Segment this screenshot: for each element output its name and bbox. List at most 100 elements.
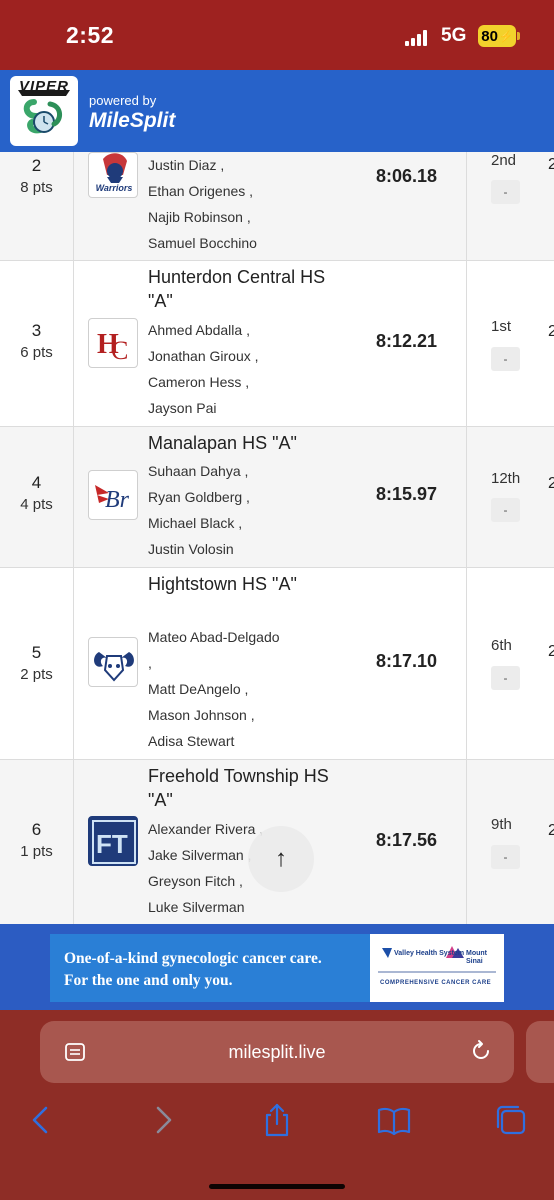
ad-text: One-of-a-kind gynecologic cancer care. F…	[64, 948, 322, 992]
split-badge: -	[491, 180, 520, 204]
athlete-name[interactable]: Justin Volosin	[148, 536, 348, 562]
home-indicator	[209, 1184, 345, 1189]
truncated-column: 2	[548, 475, 554, 492]
table-row[interactable]: 3 6 pts H C Hunterdon Central HS "A" Ahm…	[0, 261, 554, 427]
athlete-name[interactable]: Greyson Fitch ,	[148, 868, 348, 894]
emblem-caption: FT	[96, 829, 128, 859]
share-icon[interactable]	[259, 1102, 295, 1138]
heat-place: 6th	[491, 637, 512, 654]
truncated-column: 2	[548, 822, 554, 839]
truncated-column: 2	[548, 156, 554, 173]
heat-place: 9th	[491, 816, 512, 833]
athlete-list: Suhaan Dahya , Ryan Goldberg , Michael B…	[148, 458, 348, 562]
athlete-name[interactable]: Ryan Goldberg ,	[148, 484, 348, 510]
network-label: 5G	[441, 25, 467, 46]
status-time: 2:52	[66, 22, 115, 48]
place-cell: 5 2 pts	[0, 642, 73, 686]
heat-place: 12th	[491, 470, 521, 487]
split-badge: -	[491, 347, 520, 371]
athlete-name[interactable]: Ethan Origenes ,	[148, 178, 348, 204]
place-cell: 4 4 pts	[0, 472, 73, 516]
result-mark: 8:15.97	[376, 484, 438, 504]
results-table: 2 8 pts Warriors Justin Diaz , Ethan Ori…	[0, 152, 554, 924]
forward-icon[interactable]	[144, 1102, 180, 1138]
place-cell: 3 6 pts	[0, 320, 73, 364]
tabs-icon[interactable]	[493, 1102, 529, 1138]
ad-subtitle: COMPREHENSIVE CANCER CARE	[380, 980, 492, 986]
team-name[interactable]: Freehold Township HS "A"	[148, 764, 348, 812]
heat-place: 1st	[491, 318, 512, 335]
arrow-up-icon: ↑	[275, 845, 287, 872]
place-points: 6 pts	[20, 344, 53, 361]
table-row[interactable]: 5 2 pts Hightstown HS "A" Mateo Abad-Del…	[0, 568, 554, 760]
team-emblem: Br	[88, 470, 138, 520]
back-icon[interactable]	[24, 1102, 60, 1138]
athlete-name[interactable]: Alexander Rivera ,	[148, 816, 348, 842]
place-points: 1 pts	[20, 843, 53, 860]
table-row[interactable]: 4 4 pts Br Manalapan HS "A" Suhaan Dahya…	[0, 427, 554, 568]
powered-by-label: powered by	[89, 93, 157, 108]
split-badge: -	[491, 666, 520, 690]
reader-mode-icon[interactable]	[64, 1041, 86, 1063]
team-emblem: H C	[88, 318, 138, 368]
ad-banner[interactable]: One-of-a-kind gynecologic cancer care. F…	[50, 934, 504, 1002]
place-cell: 6 1 pts	[0, 819, 73, 863]
athlete-name[interactable]: Cameron Hess ,	[148, 369, 348, 395]
team-name[interactable]: Hunterdon Central HS "A"	[148, 265, 348, 313]
battery-icon: 80 ⚡	[478, 25, 516, 47]
team-emblem: Warriors	[88, 152, 138, 198]
place-points: 4 pts	[20, 496, 53, 513]
athlete-name[interactable]: Matt DeAngelo ,	[148, 676, 348, 702]
scroll-to-top-button[interactable]: ↑	[248, 826, 314, 892]
emblem-caption: Warriors	[95, 183, 133, 193]
athlete-name[interactable]: Mateo Abad-Delgado	[148, 624, 348, 650]
place-number: 2	[31, 156, 42, 175]
svg-text:C: C	[111, 336, 128, 365]
reload-icon[interactable]	[468, 1038, 494, 1064]
split-badge: -	[491, 845, 520, 869]
signal-icon	[405, 30, 431, 46]
place-number: 4	[31, 473, 42, 492]
athlete-list: Ahmed Abdalla , Jonathan Giroux , Camero…	[148, 317, 348, 421]
team-emblem	[88, 637, 138, 687]
split-badge: -	[491, 498, 520, 522]
battery-level: 80	[481, 27, 498, 45]
milesplit-brand[interactable]: MileSplit	[89, 109, 175, 133]
athlete-name[interactable]: Adisa Stewart	[148, 728, 348, 754]
athlete-name[interactable]: Mason Johnson ,	[148, 702, 348, 728]
athlete-name[interactable]: Jayson Pai	[148, 395, 348, 421]
mount-sinai-logo: Mount Sinai	[466, 950, 487, 965]
app-screen: 2:52 5G 80⚡ VIPER powered by MileSplit	[0, 0, 554, 1200]
team-name[interactable]: Manalapan HS "A"	[148, 431, 348, 455]
athlete-name[interactable]: Najib Robinson ,	[148, 204, 348, 230]
team-emblem: FT	[88, 816, 138, 866]
ad-line-2: For the one and only you.	[64, 972, 233, 989]
address-bar[interactable]: milesplit.live	[40, 1021, 514, 1083]
next-tab-peek[interactable]	[526, 1021, 554, 1083]
athlete-name[interactable]: Jonathan Giroux ,	[148, 343, 348, 369]
athlete-name[interactable]: Justin Diaz ,	[148, 152, 348, 178]
athlete-name[interactable]: Ahmed Abdalla ,	[148, 317, 348, 343]
result-mark: 8:17.10	[376, 651, 438, 671]
athlete-list: Justin Diaz , Ethan Origenes , Najib Rob…	[148, 152, 348, 256]
viper-logo[interactable]: VIPER	[10, 76, 78, 146]
result-mark: 8:06.18	[376, 166, 438, 186]
place-points: 8 pts	[20, 179, 53, 196]
ad-line-1: One-of-a-kind gynecologic cancer care.	[64, 950, 322, 967]
truncated-column: 2	[548, 643, 554, 660]
place-number: 3	[31, 321, 42, 340]
truncated-column: 2	[548, 323, 554, 340]
athlete-name[interactable]: Luke Silverman	[148, 894, 348, 920]
bookmarks-icon[interactable]	[376, 1102, 412, 1138]
valley-logo: Valley Health System	[394, 950, 465, 957]
ad-logos: Valley Health System Mount Sinai COMPREH…	[370, 934, 504, 1002]
athlete-list: Mateo Abad-Delgado , Matt DeAngelo , Mas…	[148, 624, 348, 754]
athlete-name[interactable]: Michael Black ,	[148, 510, 348, 536]
result-mark: 8:17.56	[376, 830, 438, 850]
athlete-name[interactable]: Suhaan Dahya ,	[148, 458, 348, 484]
table-row[interactable]: 2 8 pts Warriors Justin Diaz , Ethan Ori…	[0, 152, 554, 261]
team-name[interactable]: Hightstown HS "A"	[148, 572, 348, 596]
athlete-name[interactable]: Samuel Bocchino	[148, 230, 348, 256]
url-text[interactable]: milesplit.live	[40, 1021, 514, 1083]
athlete-list: Alexander Rivera , Jake Silverman , Grey…	[148, 816, 348, 920]
